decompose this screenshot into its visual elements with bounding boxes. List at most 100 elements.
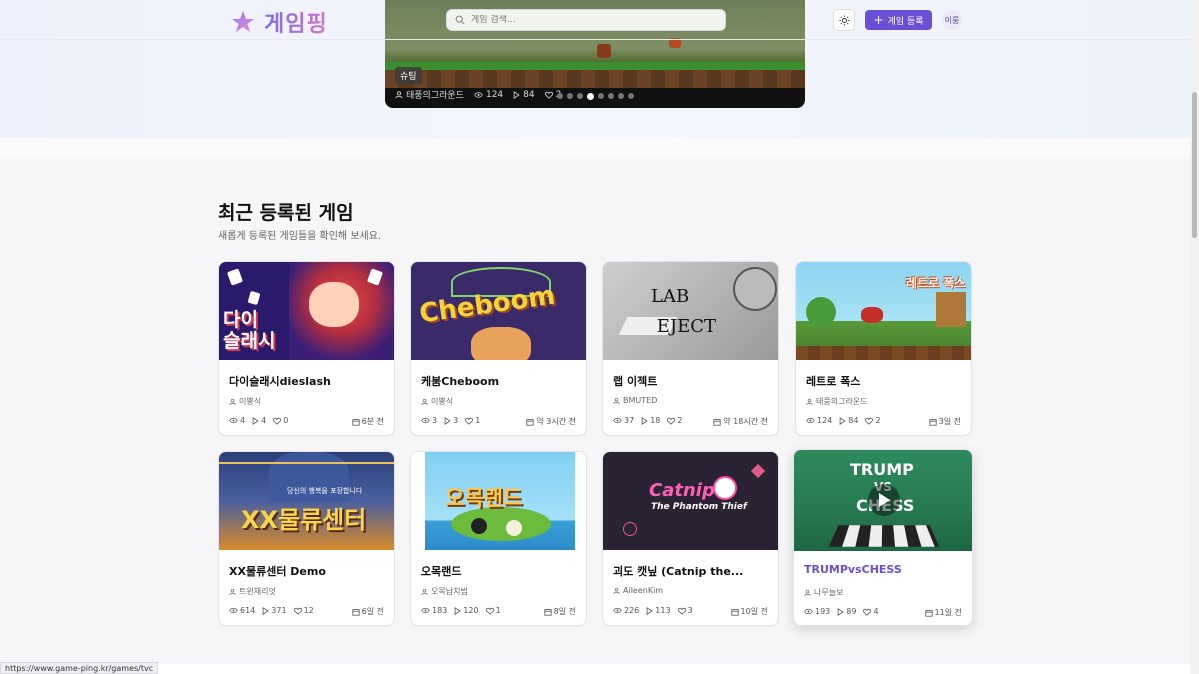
game-title[interactable]: 괴도 캣닢 (Catnip the...: [613, 563, 771, 579]
game-thumbnail[interactable]: TRUMP VS CHESS: [794, 450, 972, 551]
game-title[interactable]: 레트로 폭스: [806, 373, 964, 389]
game-date: 3일 전: [929, 416, 961, 427]
carousel-dot[interactable]: [628, 93, 634, 99]
heart-icon: [293, 607, 302, 615]
thumbnail-art-text: 오목랜드: [445, 486, 523, 510]
game-stats: 193 89 4: [804, 607, 879, 616]
game-author: 오목납치범: [421, 586, 468, 597]
theme-toggle-button[interactable]: [833, 9, 855, 31]
calendar-icon: [929, 418, 937, 426]
game-author: 이뿡식: [229, 396, 261, 407]
user-icon: [806, 398, 813, 405]
game-card[interactable]: LAB EJECT 랩 이젝트 BMUTED 37 18 2 약 18시간 전: [602, 261, 779, 436]
carousel-dot[interactable]: [577, 93, 583, 99]
game-title[interactable]: 오목랜드: [421, 563, 579, 579]
thumbnail-art-text: 레트로 폭스: [906, 276, 966, 290]
heart-icon: [544, 91, 553, 99]
thumbnail-art-text: 당신의 행복을 포장합니다: [287, 487, 363, 495]
play-icon: [646, 606, 653, 615]
carousel-dot[interactable]: [618, 93, 624, 99]
eye-icon: [229, 607, 238, 614]
play-icon: [513, 90, 520, 99]
user-icon: [613, 397, 620, 404]
game-author: AileenKim: [613, 586, 663, 595]
user-icon: [421, 588, 428, 595]
carousel-dots: [557, 92, 634, 100]
game-stats: 183 120 1: [421, 606, 501, 615]
play-overlay-button[interactable]: [868, 484, 900, 516]
page-bottom: [0, 664, 1190, 674]
heart-icon: [485, 607, 494, 615]
user-icon: [804, 589, 811, 596]
carousel-dot[interactable]: [598, 93, 604, 99]
thumbnail-art-text: Catnip: [649, 480, 715, 501]
game-title[interactable]: 랩 이젝트: [613, 373, 771, 389]
play-icon: [444, 416, 451, 425]
game-stats: 124 84 2: [806, 416, 881, 425]
play-icon: [839, 416, 846, 425]
scrollbar-thumb[interactable]: [1192, 92, 1197, 238]
game-thumbnail[interactable]: 다이 슬래시: [219, 262, 394, 360]
search-input[interactable]: [471, 15, 711, 25]
register-game-button[interactable]: + 게임 등록: [865, 10, 932, 30]
game-card[interactable]: Cheboom 케붐Cheboom 이뿡식 3 3 1 약 3시간 전: [410, 261, 587, 436]
thumbnail-art-text: 다이 슬래시: [223, 309, 276, 352]
carousel-dot[interactable]: [557, 93, 563, 99]
game-thumbnail[interactable]: LAB EJECT: [603, 262, 778, 360]
fox-sprite: [597, 44, 611, 58]
game-thumbnail[interactable]: 레트로 폭스: [796, 262, 971, 360]
game-thumbnail[interactable]: 당신의 행복을 포장합니다 XX물류센터: [219, 452, 394, 550]
game-thumbnail[interactable]: 오목랜드: [411, 452, 586, 550]
game-title[interactable]: XX물류센터 Demo: [229, 563, 387, 579]
game-card[interactable]: 오목랜드 오목랜드 오목납치범 183 120 1 8일 전: [410, 451, 587, 626]
game-card-hovered[interactable]: TRUMP VS CHESS TRUMPvsCHESS 나무늘보 193 89 …: [793, 449, 973, 626]
game-title[interactable]: TRUMPvsCHESS: [804, 563, 962, 576]
game-card[interactable]: 레트로 폭스 레트로 폭스 태풍의그라운드 124 84 2 3일 전: [795, 261, 972, 436]
play-icon: [837, 607, 844, 616]
game-thumbnail[interactable]: Catnip The Phantom Thief: [603, 452, 778, 550]
game-title[interactable]: 케붐Cheboom: [421, 373, 579, 389]
eye-icon: [613, 607, 622, 614]
user-icon: [613, 587, 620, 594]
heart-icon: [865, 417, 874, 425]
play-icon: [879, 493, 890, 507]
game-author: 나무늘보: [804, 587, 843, 598]
game-date: 11일 전: [924, 607, 962, 618]
status-bar-url: https://www.game-ping.kr/games/tvc: [0, 662, 159, 674]
heart-icon: [273, 417, 282, 425]
game-date: 약 3시간 전: [526, 416, 576, 427]
search-bar[interactable]: [446, 9, 726, 31]
game-card[interactable]: Catnip The Phantom Thief 괴도 캣닢 (Catnip t…: [602, 451, 779, 626]
author-meta: 태풍의그라운드: [395, 88, 464, 101]
game-card[interactable]: 당신의 행복을 포장합니다 XX물류센터 XX물류센터 Demo 트윈채리엇 6…: [218, 451, 395, 626]
game-stats: 4 4 0: [229, 416, 288, 425]
heart-icon: [863, 608, 872, 616]
eye-icon: [474, 91, 483, 98]
game-date: 약 18시간 전: [713, 416, 768, 427]
calendar-icon: [352, 418, 360, 426]
eye-icon: [804, 608, 813, 615]
calendar-icon: [544, 608, 552, 616]
calendar-icon: [713, 418, 721, 426]
plus-icon: +: [873, 13, 884, 27]
search-icon: [455, 15, 465, 25]
page-scrollbar[interactable]: [1190, 0, 1199, 674]
calendar-icon: [924, 609, 933, 617]
site-logo[interactable]: 게임핑: [230, 6, 328, 38]
user-icon: [395, 90, 403, 98]
genre-tag: 슈팅: [395, 67, 422, 84]
play-icon: [641, 416, 648, 425]
carousel-dot[interactable]: [608, 93, 614, 99]
eye-icon: [806, 417, 815, 424]
eye-icon: [421, 417, 430, 424]
game-title[interactable]: 다이슬래시dieslash: [229, 373, 387, 389]
game-thumbnail[interactable]: Cheboom: [411, 262, 586, 360]
carousel-meta: 태풍의그라운드 124 84 2: [395, 88, 561, 101]
game-card[interactable]: 다이 슬래시 다이슬래시dieslash 이뿡식 4 4 0 6분 전: [218, 261, 395, 436]
user-avatar[interactable]: 이룽: [942, 10, 962, 30]
heart-icon: [465, 417, 474, 425]
carousel-dot-active[interactable]: [587, 92, 594, 100]
carousel-dot[interactable]: [567, 93, 573, 99]
calendar-icon: [352, 608, 360, 616]
game-stats: 614 371 12: [229, 606, 314, 615]
